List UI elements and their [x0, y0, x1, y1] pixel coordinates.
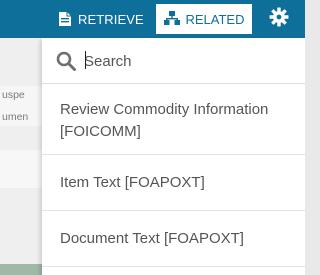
search-icon	[56, 51, 76, 71]
menu-item-review-commodity[interactable]: Review Commodity Information [FOICOMM]	[42, 85, 305, 155]
gear-icon	[269, 7, 289, 32]
menu-item-label: Item Text [FOAPOXT]	[60, 174, 205, 191]
top-toolbar: RETRIEVE RELATED	[0, 0, 305, 38]
background-text: umen	[2, 111, 29, 123]
related-menu: Review Commodity Information [FOICOMM] I…	[42, 38, 305, 275]
background-text: uspe	[2, 89, 25, 101]
background-strip	[0, 264, 42, 275]
related-button[interactable]: RELATED	[156, 4, 252, 34]
retrieve-label: RETRIEVE	[78, 11, 144, 27]
menu-item-label: Review Commodity Information	[60, 101, 269, 118]
retrieve-document-icon	[58, 11, 72, 27]
menu-item-document-text[interactable]: Document Text [FOAPOXT]	[42, 211, 305, 267]
menu-search-row	[42, 38, 305, 84]
menu-item-item-text[interactable]: Item Text [FOAPOXT]	[42, 155, 305, 211]
menu-item-next[interactable]	[42, 267, 305, 275]
app-frame: RETRIEVE RELATED uspe umen Search Review…	[0, 0, 305, 275]
related-hierarchy-icon	[163, 10, 180, 28]
background-page: uspe umen	[0, 38, 42, 275]
menu-item-label: Document Text [FOAPOXT]	[60, 230, 244, 247]
menu-item-label: [FOICOMM]	[60, 123, 141, 140]
background-row	[0, 150, 42, 188]
related-label: RELATED	[185, 11, 245, 27]
settings-button[interactable]	[252, 0, 305, 38]
toolbar-left-area	[0, 0, 42, 38]
menu-search-input[interactable]	[84, 49, 294, 73]
text-caret	[85, 51, 86, 69]
retrieve-button[interactable]: RETRIEVE	[48, 6, 154, 32]
